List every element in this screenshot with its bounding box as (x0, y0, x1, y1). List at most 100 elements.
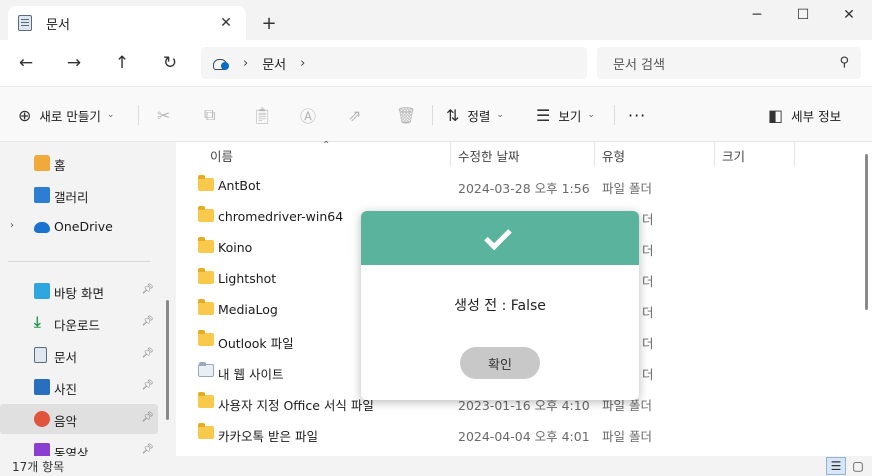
table-row[interactable]: AntBot 2024-03-28 오후 1:56 파일 폴더 (176, 170, 856, 201)
rename-button[interactable]: Ⓐ (300, 101, 324, 129)
scissors-icon: ✂ (157, 105, 171, 125)
sidebar-item-desktop[interactable]: 바탕 화면 📌︎ (0, 276, 158, 306)
search-placeholder: 문서 검색 (613, 57, 665, 73)
cut-button[interactable]: ✂ (157, 101, 178, 129)
delete-button[interactable]: 🗑︎ (396, 101, 424, 129)
cloud-location-icon (211, 56, 229, 70)
address-row: ← → ↑ ↻ › 문서 › 문서 검색 ⚲ (0, 40, 872, 86)
file-type: 더 (642, 305, 654, 320)
sort-ascending-icon: ⌃ (322, 140, 331, 151)
column-divider[interactable] (450, 142, 451, 166)
status-bar: 17개 항목 ☰ ▢ (0, 456, 872, 476)
column-divider[interactable] (794, 142, 795, 166)
search-icon: ⚲ (839, 55, 849, 70)
tab-bar: 문서 ✕ + ─ ☐ ✕ (0, 0, 872, 40)
sidebar-scrollbar[interactable] (166, 300, 169, 420)
address-bar[interactable]: › 문서 › (201, 47, 587, 79)
sidebar-item-label: 문서 (54, 350, 78, 365)
breadcrumb-documents[interactable]: 문서 (262, 54, 286, 73)
sort-button[interactable]: ⇅ 정렬 ⌄ (446, 101, 504, 129)
file-type: 더 (642, 367, 654, 382)
clipboard-icon: 📋︎ (252, 105, 273, 125)
forward-arrow-icon[interactable]: → (61, 50, 87, 76)
confirm-button[interactable]: 확인 (460, 347, 540, 379)
file-name: Outlook 파일 (218, 336, 294, 351)
sidebar-item-label: 음악 (54, 414, 78, 429)
column-header-size[interactable]: 크기 (722, 142, 745, 168)
window-close-button[interactable]: ✕ (826, 0, 872, 30)
copy-icon: ⧉ (204, 105, 216, 124)
search-input[interactable]: 문서 검색 ⚲ (597, 47, 861, 79)
sidebar-item-home[interactable]: 홈 (0, 148, 158, 178)
pin-icon[interactable]: 📌︎ (141, 316, 154, 327)
pin-icon[interactable]: 📌︎ (141, 444, 154, 455)
sidebar-item-onedrive[interactable]: › OneDrive (0, 212, 158, 242)
alert-dialog: 생성 전 : False 확인 (361, 211, 639, 400)
table-row[interactable]: 카카오톡 받은 파일 2024-04-04 오후 4:01 파일 폴더 (176, 418, 856, 449)
pin-icon[interactable]: 📌︎ (141, 348, 154, 359)
new-button[interactable]: ⊕ 새로 만들기 ⌄ (18, 101, 114, 129)
tab-documents[interactable]: 문서 ✕ (8, 6, 246, 40)
new-label: 새로 만들기 (39, 108, 101, 124)
more-options-button[interactable]: ··· (628, 101, 646, 129)
file-date: 2024-03-28 오후 1:56 (458, 181, 590, 196)
pin-icon[interactable]: 📌︎ (141, 412, 154, 423)
tab-close-icon[interactable]: ✕ (216, 13, 236, 33)
sidebar-item-videos[interactable]: 동영상 📌︎ (0, 436, 158, 456)
file-type: 파일 폴더 (602, 181, 652, 196)
document-icon (18, 15, 32, 31)
folder-icon (198, 330, 214, 346)
file-name: chromedriver-win64 (218, 209, 344, 224)
tiles-view-icon[interactable]: ▢ (848, 457, 868, 475)
sidebar-item-documents[interactable]: 문서 📌︎ (0, 340, 158, 370)
view-button[interactable]: ☰ 보기 ⌄ (536, 101, 595, 129)
file-type: 파일 폴더 (602, 429, 652, 444)
minimize-button[interactable]: ─ (734, 0, 780, 30)
sidebar-item-gallery[interactable]: 갤러리 (0, 180, 158, 210)
maximize-button[interactable]: ☐ (780, 0, 826, 30)
expand-chevron-icon[interactable]: › (10, 220, 14, 231)
share-button[interactable]: ⇗ (348, 101, 369, 129)
desktop-icon (34, 283, 50, 299)
list-view-icon: ☰ (536, 105, 551, 125)
breadcrumb-chevron-icon[interactable]: › (300, 56, 305, 71)
onedrive-cloud-icon (34, 222, 50, 233)
dialog-message: 생성 전 : False (454, 298, 546, 314)
sidebar-item-label: 홈 (54, 158, 66, 173)
column-divider[interactable] (594, 142, 595, 166)
breadcrumb-separator: › (243, 55, 249, 71)
pin-icon[interactable]: 📌︎ (141, 380, 154, 391)
copy-button[interactable]: ⧉ (204, 101, 223, 129)
chevron-down-icon: ⌄ (106, 110, 115, 120)
details-pane-icon: ◧ (768, 105, 784, 125)
details-pane-button[interactable]: ◧ 세부 정보 (768, 101, 841, 129)
up-arrow-icon[interactable]: ↑ (109, 50, 135, 76)
file-name: MediaLog (218, 302, 278, 317)
sidebar-item-label: OneDrive (54, 219, 113, 234)
folder-icon (198, 175, 214, 191)
rename-icon: Ⓐ (300, 107, 317, 126)
folder-icon (198, 206, 214, 222)
new-tab-button[interactable]: + (258, 12, 280, 34)
refresh-icon[interactable]: ↻ (157, 50, 183, 76)
column-header-type[interactable]: 유형 (602, 142, 625, 168)
file-name: Lightshot (218, 271, 277, 286)
details-view-icon[interactable]: ☰ (826, 457, 846, 475)
sidebar-divider (8, 261, 150, 262)
sidebar-item-music[interactable]: 음악 📌︎ (0, 404, 158, 434)
column-divider[interactable] (714, 142, 715, 166)
back-arrow-icon[interactable]: ← (13, 50, 39, 76)
download-icon: ⤓ (34, 313, 41, 331)
column-header-name[interactable]: 이름 (210, 142, 233, 168)
dialog-header (361, 211, 639, 265)
gallery-icon (34, 187, 50, 203)
file-type: 더 (642, 243, 654, 258)
folder-icon (198, 268, 214, 284)
column-header-modified[interactable]: 수정한 날짜 (458, 142, 519, 168)
file-list-scrollbar[interactable] (865, 154, 868, 310)
sidebar-item-pictures[interactable]: 사진 📌︎ (0, 372, 158, 402)
sidebar-item-downloads[interactable]: ⤓ 다운로드 📌︎ (0, 308, 158, 338)
pin-icon[interactable]: 📌︎ (141, 284, 154, 295)
paste-button[interactable]: 📋︎ (252, 101, 280, 129)
document-icon (34, 347, 47, 363)
